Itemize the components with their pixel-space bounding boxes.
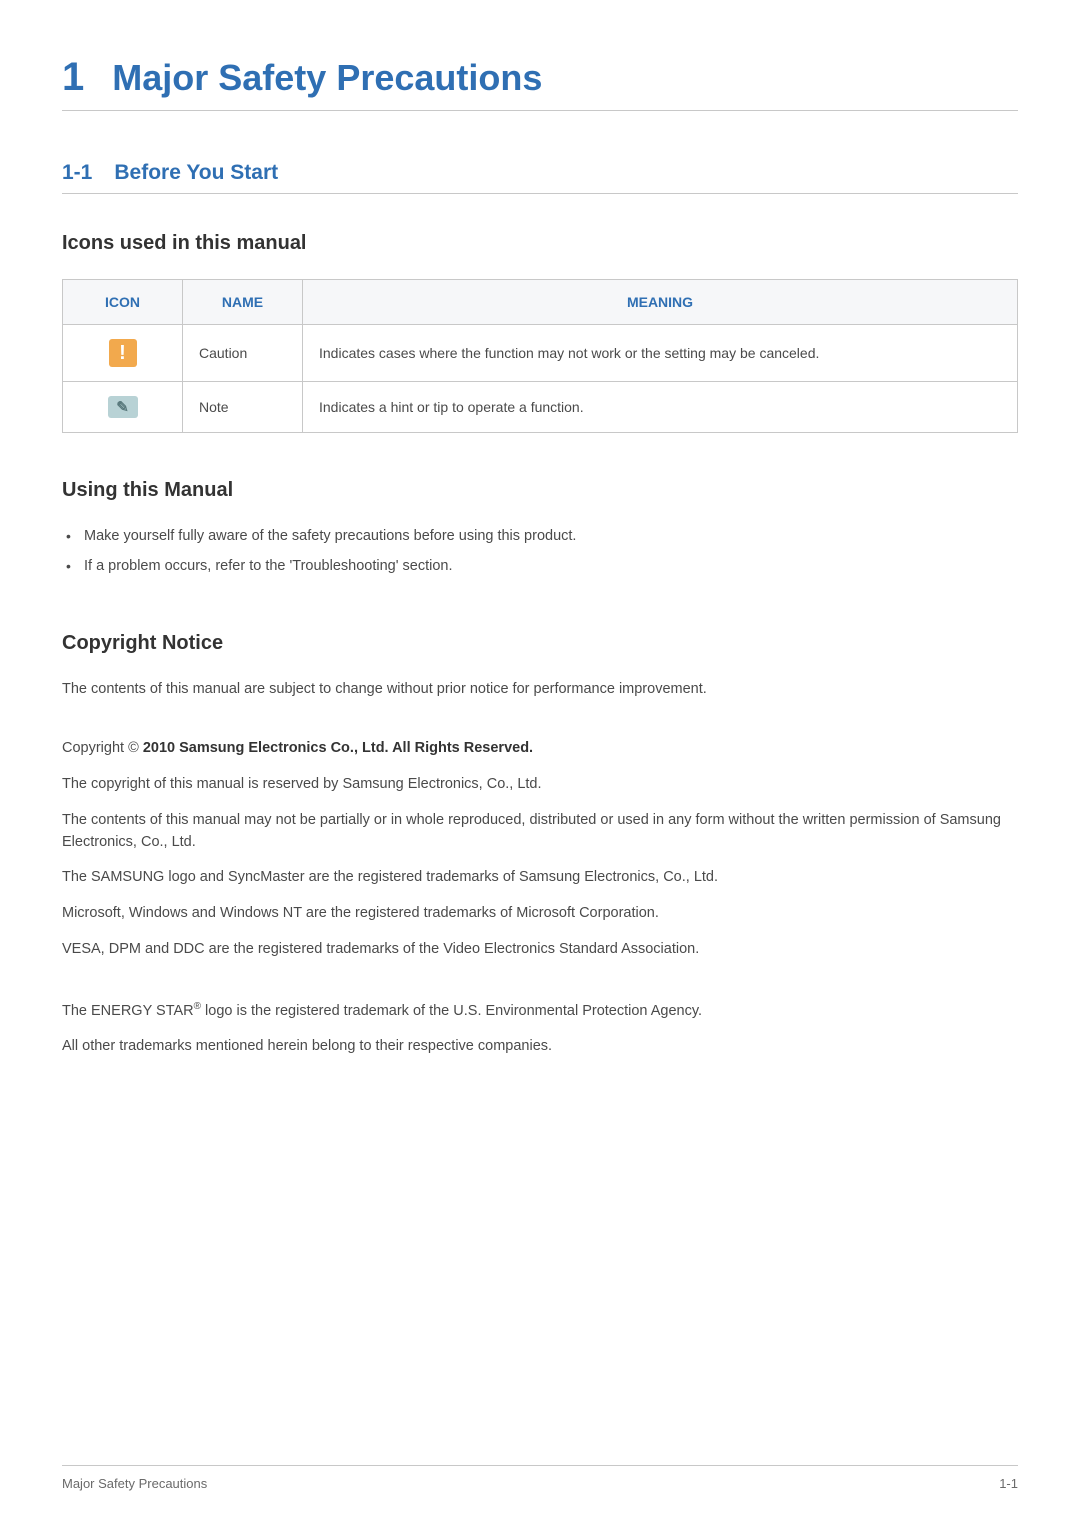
cell-meaning: Indicates a hint or tip to operate a fun…: [303, 382, 1018, 433]
energy-star-para: The ENERGY STAR® logo is the registered …: [62, 999, 1018, 1023]
trademark-para: The SAMSUNG logo and SyncMaster are the …: [62, 867, 1018, 889]
list-item: If a problem occurs, refer to the 'Troub…: [62, 556, 1018, 578]
list-item: Make yourself fully aware of the safety …: [62, 526, 1018, 548]
table-row: ! Caution Indicates cases where the func…: [63, 325, 1018, 382]
cell-meaning: Indicates cases where the function may n…: [303, 325, 1018, 382]
th-name: NAME: [183, 280, 303, 325]
chapter-title: Major Safety Precautions: [112, 57, 542, 99]
icons-table: ICON NAME MEANING ! Caution Indicates ca…: [62, 279, 1018, 433]
caution-icon: !: [109, 339, 137, 367]
table-header-row: ICON NAME MEANING: [63, 280, 1018, 325]
using-manual-list: Make yourself fully aware of the safety …: [62, 526, 1018, 586]
using-manual-heading: Using this Manual: [62, 479, 1018, 502]
copyright-para: The contents of this manual may not be p…: [62, 810, 1018, 854]
chapter-header: 1 Major Safety Precautions: [62, 55, 1018, 111]
trademark-para: Microsoft, Windows and Windows NT are th…: [62, 903, 1018, 925]
trademark-para: All other trademarks mentioned herein be…: [62, 1036, 1018, 1058]
cell-name: Caution: [183, 325, 303, 382]
copyright-line: Copyright © 2010 Samsung Electronics Co.…: [62, 738, 1018, 760]
page-footer: Major Safety Precautions 1-1: [62, 1465, 1018, 1491]
th-meaning: MEANING: [303, 280, 1018, 325]
chapter-number: 1: [62, 55, 84, 100]
copyright-intro: The contents of this manual are subject …: [62, 679, 1018, 701]
copyright-prefix: Copyright ©: [62, 740, 143, 756]
cell-name: Note: [183, 382, 303, 433]
cell-icon: ✎: [63, 382, 183, 433]
table-row: ✎ Note Indicates a hint or tip to operat…: [63, 382, 1018, 433]
cell-icon: !: [63, 325, 183, 382]
copyright-bold: 2010 Samsung Electronics Co., Ltd. All R…: [143, 740, 533, 756]
copyright-para: The copyright of this manual is reserved…: [62, 774, 1018, 796]
energy-star-post: logo is the registered trademark of the …: [201, 1002, 702, 1018]
icons-used-heading: Icons used in this manual: [62, 232, 1018, 255]
page: 1 Major Safety Precautions 1-1 Before Yo…: [0, 0, 1080, 1527]
energy-star-pre: The ENERGY STAR: [62, 1002, 194, 1018]
th-icon: ICON: [63, 280, 183, 325]
section-header: 1-1 Before You Start: [62, 161, 1018, 194]
footer-right: 1-1: [999, 1476, 1018, 1491]
trademark-para: VESA, DPM and DDC are the registered tra…: [62, 939, 1018, 961]
footer-left: Major Safety Precautions: [62, 1476, 207, 1491]
section-title: Before You Start: [114, 161, 278, 185]
registered-icon: ®: [194, 1001, 201, 1012]
copyright-notice-heading: Copyright Notice: [62, 632, 1018, 655]
section-number: 1-1: [62, 161, 92, 185]
note-icon: ✎: [108, 396, 138, 418]
